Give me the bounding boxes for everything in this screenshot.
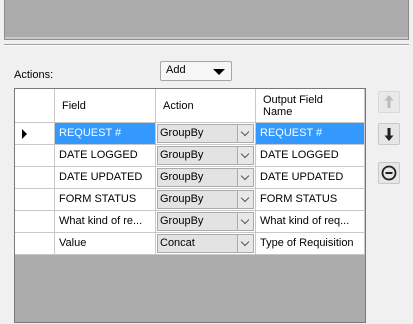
row-selector[interactable] — [15, 123, 55, 145]
output-field-cell[interactable]: What kind of req... — [256, 211, 365, 233]
add-dropdown[interactable]: Add — [160, 61, 232, 81]
add-dropdown-value: Add — [166, 64, 186, 76]
chevron-down-icon[interactable] — [237, 235, 253, 252]
top-panel — [4, 0, 409, 40]
column-header-action[interactable]: Action — [156, 89, 256, 123]
action-cell[interactable]: GroupBy — [156, 123, 256, 145]
action-combo[interactable]: GroupBy — [157, 168, 254, 187]
field-cell[interactable]: REQUEST # — [55, 123, 156, 145]
move-down-button[interactable] — [378, 123, 400, 145]
remove-icon — [381, 165, 397, 181]
table-row[interactable]: DATE UPDATED GroupBy DATE UPDATED — [15, 167, 365, 189]
action-combo[interactable]: GroupBy — [157, 124, 254, 143]
field-cell[interactable]: FORM STATUS — [55, 189, 156, 211]
chevron-down-icon[interactable] — [237, 147, 253, 164]
current-row-icon — [22, 129, 27, 139]
output-field-cell[interactable]: REQUEST # — [256, 123, 365, 145]
column-header-field[interactable]: Field — [55, 89, 156, 123]
chevron-down-icon[interactable] — [237, 191, 253, 208]
field-cell[interactable]: DATE LOGGED — [55, 145, 156, 167]
action-cell[interactable]: GroupBy — [156, 167, 256, 189]
table-row[interactable]: Value Concat Type of Requisition — [15, 233, 365, 255]
output-field-cell[interactable]: DATE LOGGED — [256, 145, 365, 167]
dropdown-arrow-icon — [213, 69, 225, 75]
row-selector[interactable] — [15, 189, 55, 211]
chevron-down-icon[interactable] — [237, 125, 253, 142]
chevron-down-icon[interactable] — [237, 213, 253, 230]
action-combo[interactable]: GroupBy — [157, 146, 254, 165]
action-cell[interactable]: GroupBy — [156, 145, 256, 167]
action-combo[interactable]: Concat — [157, 234, 254, 253]
output-field-cell[interactable]: FORM STATUS — [256, 189, 365, 211]
action-combo[interactable]: GroupBy — [157, 212, 254, 231]
move-up-button[interactable] — [378, 91, 400, 113]
row-selector[interactable] — [15, 145, 55, 167]
row-selector[interactable] — [15, 167, 55, 189]
column-header-output-field-name[interactable]: Output Field Name — [256, 89, 365, 123]
row-selector[interactable] — [15, 233, 55, 255]
row-selector[interactable] — [15, 211, 55, 233]
field-cell[interactable]: Value — [55, 233, 156, 255]
move-up-icon — [384, 95, 394, 108]
output-field-cell[interactable]: Type of Requisition — [256, 233, 365, 255]
remove-button[interactable] — [378, 162, 400, 184]
table-row[interactable]: REQUEST # GroupBy REQUEST # — [15, 123, 365, 145]
action-cell[interactable]: GroupBy — [156, 189, 256, 211]
action-cell[interactable]: Concat — [156, 233, 256, 255]
field-cell[interactable]: What kind of re... — [55, 211, 156, 233]
action-cell[interactable]: GroupBy — [156, 211, 256, 233]
table-row[interactable]: FORM STATUS GroupBy FORM STATUS — [15, 189, 365, 211]
table-row[interactable]: What kind of re... GroupBy What kind of … — [15, 211, 365, 233]
actions-label: Actions: — [14, 69, 54, 81]
chevron-down-icon[interactable] — [237, 169, 253, 186]
row-header-column — [15, 89, 55, 123]
action-combo[interactable]: GroupBy — [157, 190, 254, 209]
output-field-cell[interactable]: DATE UPDATED — [256, 167, 365, 189]
field-cell[interactable]: DATE UPDATED — [55, 167, 156, 189]
table-row[interactable]: DATE LOGGED GroupBy DATE LOGGED — [15, 145, 365, 167]
actions-grid[interactable]: Field Action Output Field Name REQUEST #… — [14, 88, 366, 323]
move-down-icon — [384, 128, 394, 141]
